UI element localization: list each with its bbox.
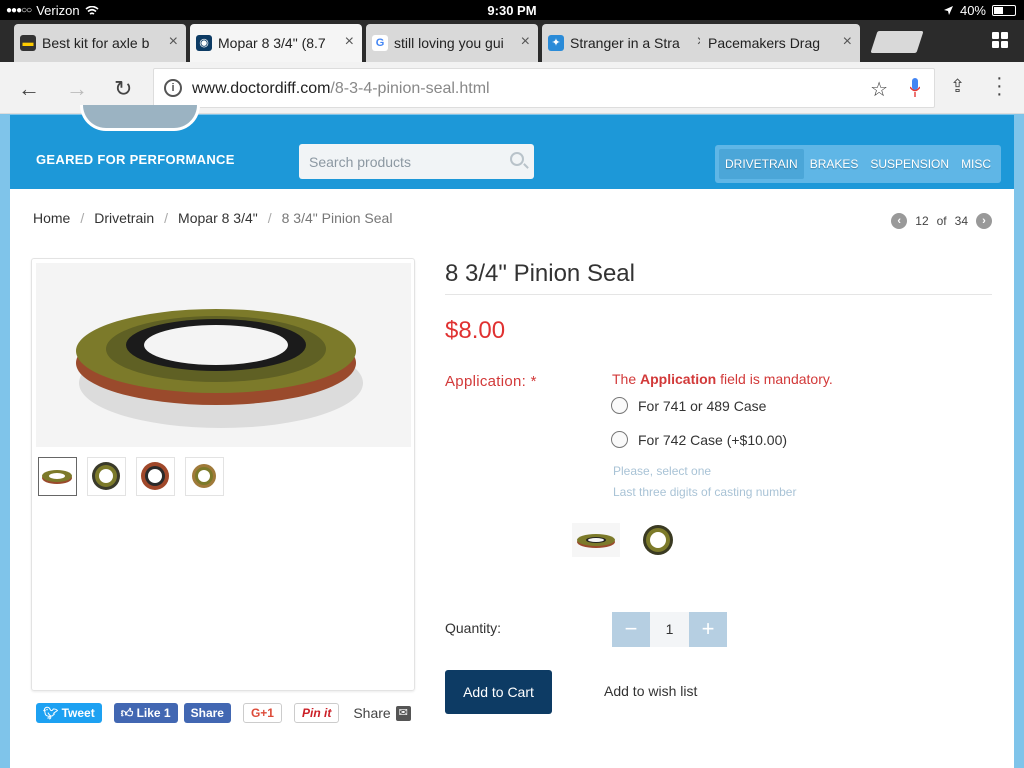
nav-brakes[interactable]: BRAKES xyxy=(804,149,865,179)
main-nav: DRIVETRAIN BRAKES SUSPENSION MISC xyxy=(715,145,1002,183)
facebook-share-button[interactable]: Share xyxy=(183,703,231,723)
quantity-input[interactable]: 1 xyxy=(650,612,689,647)
hint-casting: Last three digits of casting number xyxy=(613,485,797,499)
nav-suspension[interactable]: SUSPENSION xyxy=(864,149,955,179)
reload-icon[interactable]: ↻ xyxy=(114,76,132,102)
close-tab-icon[interactable]: × xyxy=(521,33,530,51)
product-search xyxy=(299,144,534,179)
site-favicon-icon: ▬ xyxy=(20,35,36,51)
site-favicon-icon: ✦ xyxy=(548,35,564,51)
close-tab-icon[interactable]: × xyxy=(843,33,852,51)
battery-icon xyxy=(992,5,1016,16)
thumbnail-strip xyxy=(38,457,224,496)
increase-quantity-button[interactable]: + xyxy=(689,612,727,647)
breadcrumb-separator: / xyxy=(164,210,169,226)
info-icon[interactable]: i xyxy=(164,79,182,97)
option-741-489[interactable]: For 741 or 489 Case xyxy=(611,397,766,414)
location-icon xyxy=(943,6,953,15)
email-icon: ✉ xyxy=(395,705,411,721)
status-bar: ●●●○○ Verizon 9:30 PM 40% xyxy=(0,0,1024,20)
breadcrumb-separator: / xyxy=(267,210,272,226)
thumbnail-4[interactable] xyxy=(185,457,224,496)
quantity-stepper: − 1 + xyxy=(612,612,727,647)
application-label: Application: * xyxy=(445,373,537,390)
google-icon: G xyxy=(372,35,388,51)
share-icon[interactable]: ⇪ xyxy=(950,76,965,97)
option-image-2[interactable] xyxy=(634,523,682,557)
pinterest-button[interactable]: Pin it xyxy=(293,703,340,723)
back-arrow-icon[interactable]: ← xyxy=(18,76,40,102)
search-input[interactable] xyxy=(299,144,489,179)
web-page: GEARED FOR PERFORMANCE DRIVETRAIN BRAKES… xyxy=(10,105,1014,768)
product-price: $8.00 xyxy=(445,317,506,344)
thumbnail-2[interactable] xyxy=(87,457,126,496)
breadcrumb: Home / Drivetrain / Mopar 8 3/4" / 8 3/4… xyxy=(33,210,392,226)
hint-select: Please, select one xyxy=(613,464,712,478)
next-product-icon[interactable]: › xyxy=(976,213,992,229)
tab-switcher-icon[interactable] xyxy=(992,32,1008,48)
breadcrumb-current: 8 3/4" Pinion Seal xyxy=(281,210,393,226)
search-icon[interactable] xyxy=(510,152,524,166)
add-to-cart-button[interactable]: Add to Cart xyxy=(445,670,552,714)
browser-tab-1[interactable]: ▬ Best kit for axle b × xyxy=(14,24,186,62)
browser-tab-2[interactable]: ◉ Mopar 8 3/4" (8.7 × xyxy=(190,24,362,62)
thumbnail-1[interactable] xyxy=(38,457,77,496)
new-tab-button[interactable] xyxy=(870,31,924,53)
breadcrumb-mopar[interactable]: Mopar 8 3/4" xyxy=(178,210,258,226)
quantity-label: Quantity: xyxy=(445,620,502,636)
radio-button[interactable] xyxy=(611,431,628,448)
site-logo[interactable] xyxy=(80,105,200,131)
product-title: 8 3/4" Pinion Seal xyxy=(445,260,635,287)
social-buttons: 🐦︎ Tweet 👍︎ Like 1 Share G+1 Pin it Shar… xyxy=(36,703,411,723)
decrease-quantity-button[interactable]: − xyxy=(612,612,650,647)
site-tagline: GEARED FOR PERFORMANCE xyxy=(36,152,235,167)
share-email-link[interactable]: Share ✉ xyxy=(353,705,411,721)
nav-misc[interactable]: MISC xyxy=(955,149,997,179)
option-image-1[interactable] xyxy=(572,523,620,557)
thumbnail-3[interactable] xyxy=(136,457,175,496)
site-header: GEARED FOR PERFORMANCE DRIVETRAIN BRAKES… xyxy=(10,105,1014,189)
bookmark-star-icon[interactable]: ☆ xyxy=(870,77,888,102)
battery-percent: 40% xyxy=(959,3,986,18)
pager-total: 34 xyxy=(954,214,968,228)
breadcrumb-drivetrain[interactable]: Drivetrain xyxy=(94,210,154,226)
facebook-like-button[interactable]: 👍︎ Like 1 xyxy=(113,703,178,723)
url-host: www.doctordiff.com xyxy=(192,80,331,97)
title-divider xyxy=(445,294,992,295)
close-tab-icon[interactable]: × xyxy=(345,33,354,51)
product-gallery xyxy=(31,258,415,691)
clock: 9:30 PM xyxy=(487,3,537,18)
validation-error: The Application field is mandatory. xyxy=(612,371,833,387)
option-742[interactable]: For 742 Case (+$10.00) xyxy=(611,431,787,448)
breadcrumb-separator: / xyxy=(80,210,85,226)
tab-strip: ▬ Best kit for axle b × ◉ Mopar 8 3/4" (… xyxy=(0,20,1024,62)
forward-arrow-icon[interactable]: → xyxy=(66,76,88,102)
twitter-icon: 🐦︎ xyxy=(43,706,62,720)
add-to-wishlist-link[interactable]: Add to wish list xyxy=(604,683,697,699)
browser-tab-4[interactable]: ✦ Stranger in a Stra × xyxy=(542,24,714,62)
product-pager: ‹ 12 of 34 › xyxy=(891,213,992,229)
close-tab-icon[interactable]: × xyxy=(169,33,178,51)
microphone-icon[interactable] xyxy=(910,78,920,98)
prev-product-icon[interactable]: ‹ xyxy=(891,213,908,229)
pager-of: of xyxy=(936,214,947,228)
url-path: /8-3-4-pinion-seal.html xyxy=(330,80,490,97)
pager-current: 12 xyxy=(915,214,929,228)
menu-dots-icon[interactable]: · · · xyxy=(996,68,1003,104)
google-plus-button[interactable]: G+1 xyxy=(242,703,282,723)
browser-tab-3[interactable]: G still loving you gui × xyxy=(366,24,538,62)
browser-tab-5[interactable]: Pacemakers Drag × xyxy=(700,24,860,62)
required-mark: * xyxy=(530,373,537,390)
product-main-image[interactable] xyxy=(36,263,411,447)
tweet-button[interactable]: 🐦︎ Tweet xyxy=(36,703,102,723)
radio-button[interactable] xyxy=(611,397,628,414)
nav-drivetrain[interactable]: DRIVETRAIN xyxy=(719,149,804,179)
site-favicon-icon: ◉ xyxy=(196,35,212,51)
thumbs-up-icon: 👍︎ xyxy=(120,706,137,720)
url-field[interactable]: i www.doctordiff.com/8-3-4-pinion-seal.h… xyxy=(153,68,935,108)
breadcrumb-home[interactable]: Home xyxy=(33,210,70,226)
